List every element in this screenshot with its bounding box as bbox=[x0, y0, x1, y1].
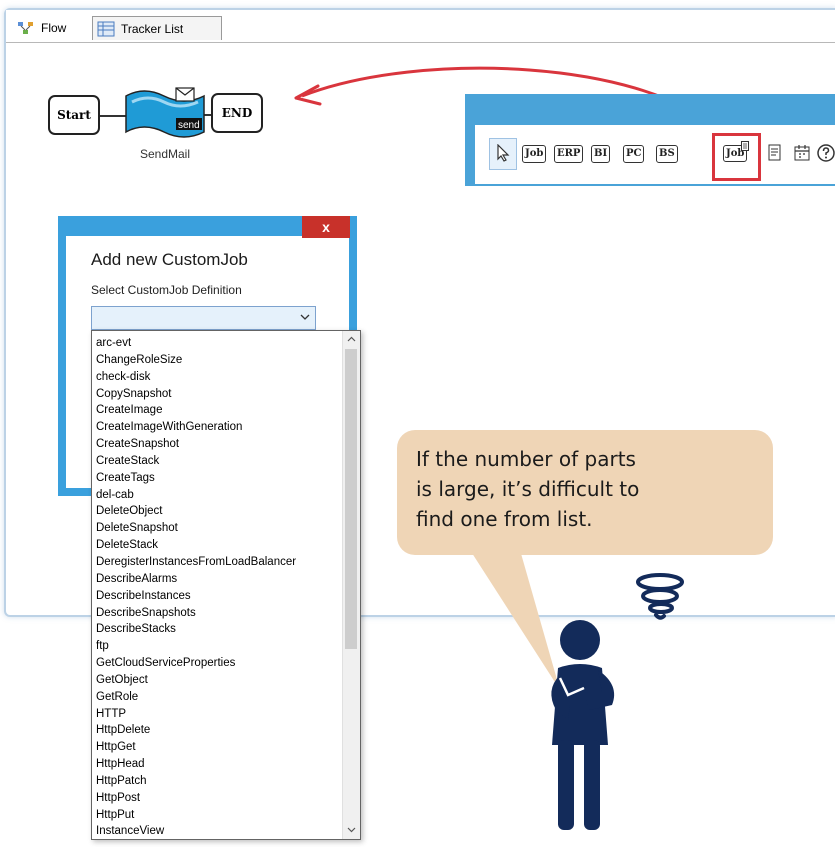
confused-person-illustration bbox=[551, 573, 684, 830]
dizzy-spiral-icon bbox=[636, 573, 684, 620]
callout-line: If the number of parts bbox=[416, 447, 636, 471]
speech-bubble-tail bbox=[470, 550, 560, 690]
callout-line: find one from list. bbox=[416, 507, 593, 531]
callout-line: is large, it’s difficult to bbox=[416, 477, 640, 501]
callout-text: If the number of parts is large, it’s di… bbox=[416, 444, 756, 534]
person-figure bbox=[551, 620, 615, 830]
